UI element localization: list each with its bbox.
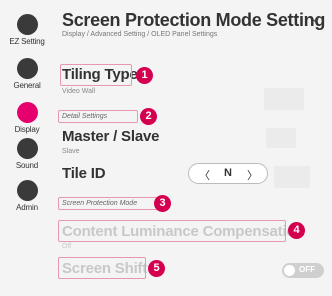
breadcrumb: Display / Advanced Setting / OLED Panel … <box>62 31 218 38</box>
screen-shift-toggle[interactable]: OFF <box>282 263 324 278</box>
highlight-box <box>58 257 146 279</box>
background-decoration <box>274 166 310 188</box>
toggle-state-label: OFF <box>299 265 315 274</box>
ez-setting-icon <box>16 14 38 35</box>
highlight-box <box>60 64 132 86</box>
master-slave-value: Slave <box>62 148 80 155</box>
highlight-box <box>58 220 286 242</box>
settings-window: EZ Setting General Display Sound Admin S… <box>0 0 332 296</box>
callout-marker-3: 3 <box>154 195 171 212</box>
sound-icon <box>16 138 38 159</box>
background-decoration <box>264 88 304 110</box>
sidebar: EZ Setting General Display Sound Admin <box>0 0 54 296</box>
sidebar-item-ez-setting[interactable]: EZ Setting <box>0 14 54 46</box>
callout-marker-4: 4 <box>288 222 305 239</box>
master-slave-label[interactable]: Master / Slave <box>62 128 159 145</box>
callout-marker-1: 1 <box>136 67 153 84</box>
background-decoration <box>266 128 296 148</box>
page-title: Screen Protection Mode Setting <box>62 10 326 30</box>
sidebar-item-label: Admin <box>16 203 38 212</box>
sidebar-item-label: Display <box>14 125 40 134</box>
settings-panel: Screen Protection Mode Setting Display /… <box>54 0 332 296</box>
general-icon <box>16 58 38 79</box>
highlight-box <box>58 110 138 123</box>
tile-id-stepper[interactable]: 〈 N 〉 <box>188 163 268 184</box>
admin-icon <box>16 180 38 201</box>
callout-marker-5: 5 <box>148 260 165 277</box>
sidebar-item-display[interactable]: Display <box>0 102 54 134</box>
sidebar-item-label: EZ Setting <box>9 37 45 46</box>
highlight-box <box>58 197 160 210</box>
tiling-type-value: Video Wall <box>62 88 96 95</box>
chevron-right-icon[interactable]: 〉 <box>247 167 258 183</box>
back-icon[interactable]: ↶ <box>311 14 325 28</box>
callout-marker-2: 2 <box>140 108 157 125</box>
sidebar-item-sound[interactable]: Sound <box>0 138 54 170</box>
sidebar-item-general[interactable]: General <box>0 58 54 90</box>
tile-id-value: N <box>224 167 232 179</box>
sidebar-item-admin[interactable]: Admin <box>0 180 54 212</box>
sidebar-item-label: General <box>13 81 41 90</box>
tile-id-label: Tile ID <box>62 165 106 182</box>
toggle-knob <box>284 265 295 276</box>
content-luminance-value: Off <box>62 243 72 250</box>
sidebar-item-label: Sound <box>15 161 39 170</box>
chevron-left-icon[interactable]: 〈 <box>199 167 210 183</box>
display-icon <box>16 102 38 123</box>
